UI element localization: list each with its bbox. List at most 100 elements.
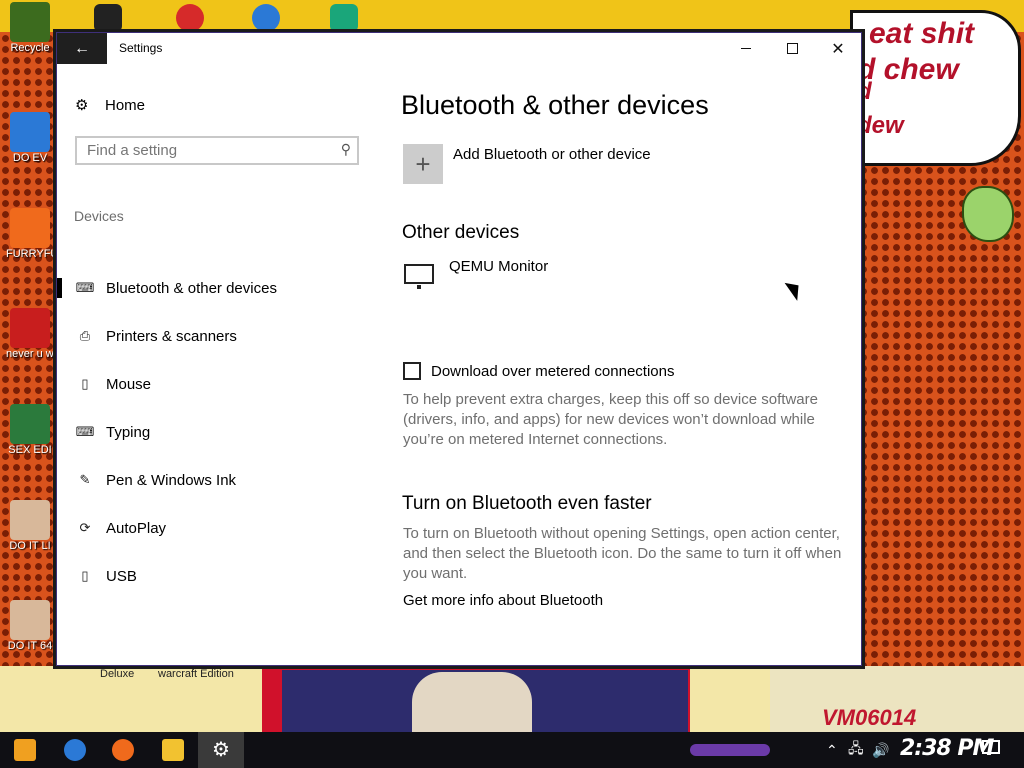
start-icon [14,739,36,761]
taskbar-chrome-button[interactable] [52,732,98,768]
desktop-icon[interactable]: DO IT 64 [6,600,54,653]
sidebar-item-mouse[interactable]: ▯ Mouse [57,364,377,404]
chrome-icon [64,739,86,761]
close-icon: ✕ [831,40,845,58]
more-info-link[interactable]: Get more info about Bluetooth [403,592,603,609]
desktop-icon-image [10,208,50,248]
desktop-shortcut-icon[interactable] [94,4,122,32]
other-devices-heading: Other devices [402,222,520,243]
wallpaper-scene [282,670,688,732]
speech-bubble: eat shit d chew d dew [850,10,1021,166]
minimize-icon [741,48,751,49]
keyboard-icon: ⌨ [75,424,95,439]
desktop-icon-label: DO EV [12,152,48,164]
desktop-icon-label: FURRYFU [6,248,54,260]
desktop-icon[interactable]: never u why is it [6,308,54,361]
desktop-icon-image [10,308,50,348]
wallpaper-figure [412,672,532,732]
taskbar-clock[interactable]: 2:38 PM [900,736,994,761]
device-name[interactable]: QEMU Monitor [449,258,548,275]
back-button[interactable]: ← [57,33,107,64]
page-title: Bluetooth & other devices [401,90,709,120]
sidebar-item-label: Mouse [106,375,152,393]
home-nav-item[interactable]: ⚙ Home [75,96,146,115]
speech-line: d chew [857,53,959,86]
bluetooth-devices-icon: ⌨ [75,280,95,295]
taskbar-file-explorer-button[interactable] [150,732,196,768]
sidebar-item-label: Pen & Windows Ink [106,471,237,489]
chevron-up-icon[interactable]: ⌃ [826,732,838,768]
maximize-button[interactable] [769,33,815,64]
taskbar: ⚙ ⌃ 🖧 🔊 2:38 PM [0,732,1024,768]
desktop-icon-image [10,2,50,42]
gear-icon: ⚙ [212,739,230,761]
speech-line: dew [857,112,904,139]
metered-checkbox-label[interactable]: Download over metered connections [431,363,674,380]
taskbar-start-button[interactable] [2,732,48,768]
firefox-icon [112,739,134,761]
sidebar-item-usb[interactable]: ▯ USB [57,556,377,596]
nav-group-heading: Devices [74,208,124,224]
desktop-icon-image [10,404,50,444]
sidebar-item-bluetooth-other-devices[interactable]: ⌨ Bluetooth & other devices [57,268,377,308]
desktop-icon[interactable]: DO IT LI [6,500,54,553]
settings-window: ← Settings ✕ ⚙ Home Find a setting ⚲ Dev… [56,32,862,666]
gear-icon: ⚙ [75,97,89,114]
maximize-icon [786,43,798,54]
desktop-icon-label: DO IT 64 [7,640,53,652]
back-arrow-icon: ← [74,39,90,57]
search-input[interactable]: Find a setting ⚲ [75,136,359,165]
add-device-label[interactable]: Add Bluetooth or other device [453,146,651,163]
wallpaper-tag: VM06014 [822,705,917,730]
settings-sidebar: ⚙ Home Find a setting ⚲ Devices ⌨ Bluetoo… [57,64,377,664]
desktop-icon-label: never u why is it [6,348,54,360]
notification-icon[interactable] [982,740,1000,754]
sidebar-item-pen-windows-ink[interactable]: ✎ Pen & Windows Ink [57,460,377,500]
pen-icon: ✎ [79,472,91,487]
minimize-button[interactable] [723,33,769,64]
desktop-shortcut-icon[interactable] [252,4,280,32]
sidebar-item-label: USB [106,567,137,585]
folder-icon [162,739,184,761]
search-icon: ⚲ [340,141,351,157]
add-device-button[interactable]: + [403,144,443,184]
desktop-icon-image [10,112,50,152]
close-button[interactable]: ✕ [815,33,861,64]
faster-heading: Turn on Bluetooth even faster [402,493,652,514]
desktop-icon-image [10,600,50,640]
desktop-icon-label: Recycle [10,42,50,54]
desktop-icon-label: DO IT LI [9,540,51,552]
desktop-icon-label: SEX EDI [8,444,52,456]
metered-description: To help prevent extra charges, keep this… [403,391,818,448]
printer-icon: ⎙ [79,328,91,343]
faster-description: To turn on Bluetooth without opening Set… [403,525,842,582]
sidebar-item-label: Typing [106,423,151,441]
speech-line: eat shit [869,17,975,50]
desktop-shortcut-icon[interactable] [176,4,204,32]
title-bar[interactable]: ← Settings ✕ [57,33,861,64]
window-title: Settings [119,41,163,55]
taskbar-decoration [690,744,770,756]
volume-icon[interactable]: 🔊 [872,732,889,768]
desktop-icon-label: warcraft Edition [158,668,234,680]
taskbar-settings-button[interactable]: ⚙ [198,732,244,768]
metered-checkbox[interactable] [403,362,421,380]
home-label: Home [105,96,146,114]
mouse-icon: ▯ [81,376,89,391]
search-placeholder: Find a setting [87,142,178,159]
desktop-icon[interactable]: DO EV [6,112,54,165]
sidebar-item-typing[interactable]: ⌨ Typing [57,412,377,452]
desktop-icon[interactable]: FURRYFU [6,208,54,261]
sidebar-item-label: AutoPlay [106,519,167,537]
cartoon-character-image [962,186,1014,242]
sidebar-item-autoplay[interactable]: ⟳ AutoPlay [57,508,377,548]
taskbar-firefox-button[interactable] [100,732,146,768]
desktop-icon-image [10,500,50,540]
network-icon[interactable]: 🖧 [848,732,864,768]
desktop-shortcut-icon[interactable] [330,4,358,32]
autoplay-icon: ⟳ [79,520,91,535]
sidebar-item-printers-scanners[interactable]: ⎙ Printers & scanners [57,316,377,356]
desktop-icon[interactable]: SEX EDI [6,404,54,457]
plus-icon: + [415,148,431,179]
desktop-icon[interactable]: Recycle [6,2,54,55]
